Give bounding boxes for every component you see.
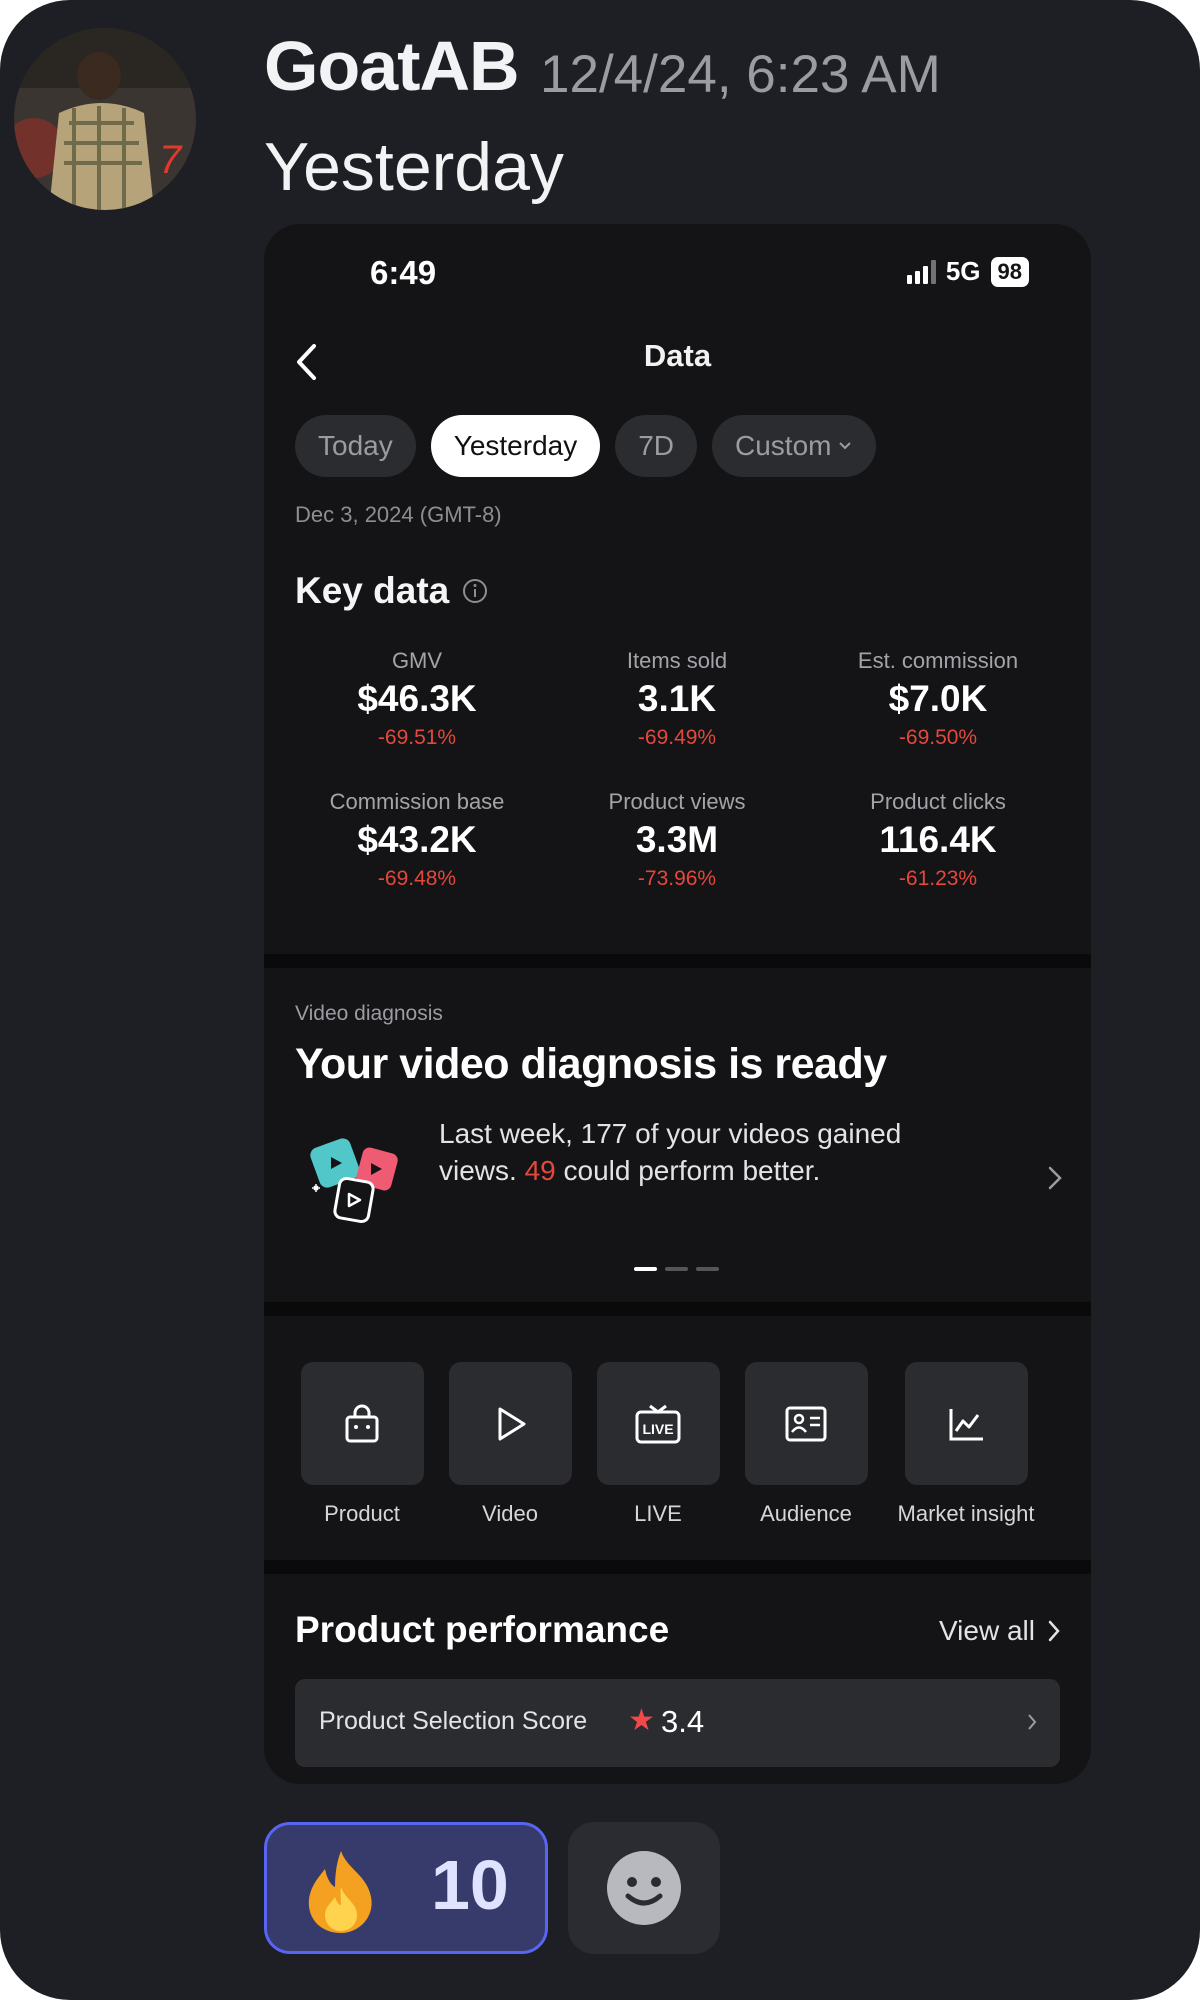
section-divider — [264, 1560, 1091, 1574]
metric-change: -69.49% — [637, 726, 717, 749]
metric-label: Product views — [608, 789, 746, 814]
user-avatar[interactable]: 7 — [14, 28, 196, 210]
view-all-label: View all — [939, 1615, 1035, 1646]
metric-change: -73.96% — [637, 867, 717, 890]
shortcut-label: LIVE — [634, 1501, 682, 1526]
metric-change: -69.51% — [377, 726, 457, 749]
chevron-down-icon — [839, 442, 852, 450]
svg-text:7: 7 — [159, 138, 183, 182]
metric-est-commission[interactable]: Est. commission $7.0K -69.50% — [808, 648, 1068, 750]
reaction-count: 10 — [431, 1846, 509, 1924]
metric-items-sold[interactable]: Items sold 3.1K -69.49% — [547, 648, 807, 750]
smiley-face-icon — [607, 1851, 681, 1925]
star-icon: ★ — [628, 1704, 655, 1737]
metric-change: -61.23% — [898, 867, 978, 890]
shortcut-label: Video — [482, 1501, 538, 1526]
section-divider — [264, 954, 1091, 968]
attached-screenshot[interactable]: 6:49 5G 98 Data Today Yesterday 7D Custo… — [264, 224, 1091, 1784]
view-all-link[interactable]: View all — [939, 1615, 1061, 1647]
shortcut-audience[interactable]: Audience — [731, 1362, 881, 1527]
key-data-title: Key data — [295, 570, 450, 611]
chat-message-frame: 7 GoatAB 12/4/24, 6:23 AM Yesterday 6:49… — [0, 0, 1200, 2000]
video-diagnosis-body: Last week, 177 of your videos gained vie… — [439, 1115, 939, 1189]
carousel-dot[interactable] — [696, 1267, 719, 1271]
shortcut-label: Product — [324, 1501, 400, 1526]
tab-label: Today — [318, 430, 393, 461]
metric-value: 116.4K — [879, 819, 997, 860]
signal-strength-icon — [906, 259, 936, 284]
metric-product-clicks[interactable]: Product clicks 116.4K -61.23% — [808, 789, 1068, 891]
network-type: 5G — [945, 256, 981, 286]
metric-gmv[interactable]: GMV $46.3K -69.51% — [287, 648, 547, 750]
shortcut-product[interactable]: Product — [287, 1362, 437, 1527]
tab-yesterday[interactable]: Yesterday — [430, 415, 601, 477]
status-bar-indicators: 5G 98 — [906, 256, 1029, 287]
video-diagnosis-kicker: Video diagnosis — [295, 1002, 443, 1025]
metric-value: 3.3M — [635, 819, 719, 860]
shortcut-label: Market insight — [897, 1501, 1035, 1526]
body-text: could perform better. — [563, 1155, 821, 1186]
tab-today[interactable]: Today — [295, 415, 416, 477]
shortcut-video[interactable]: Video — [435, 1362, 585, 1527]
info-icon[interactable] — [461, 577, 489, 605]
tab-label: Yesterday — [453, 430, 578, 461]
section-divider — [264, 1302, 1091, 1316]
line-chart-icon — [949, 1408, 983, 1440]
message-author[interactable]: GoatAB — [264, 26, 520, 106]
tab-7d[interactable]: 7D — [615, 415, 698, 477]
video-diagnosis-illustration-icon — [304, 1124, 414, 1239]
carousel-dots — [634, 1267, 719, 1271]
metric-value: $7.0K — [888, 678, 988, 719]
fire-icon — [308, 1851, 372, 1933]
video-diagnosis-title: Your video diagnosis is ready — [295, 1040, 887, 1088]
metric-value: $43.2K — [357, 819, 477, 860]
fire-reaction-button[interactable]: 10 — [264, 1822, 548, 1954]
contact-card-icon — [785, 1406, 827, 1441]
metric-label: Est. commission — [857, 648, 1019, 673]
metric-label: Items sold — [626, 648, 728, 673]
product-selection-score-row[interactable]: Product Selection Score ★ 3.4 — [295, 1679, 1060, 1767]
page-title: Data — [643, 338, 712, 373]
metric-value: $46.3K — [357, 678, 477, 719]
battery-level: 98 — [990, 256, 1029, 287]
svg-text:LIVE: LIVE — [642, 1421, 673, 1437]
shortcut-live[interactable]: LIVE LIVE — [583, 1362, 733, 1527]
score-label: Product Selection Score — [319, 1707, 588, 1735]
message-text: Yesterday — [264, 129, 564, 205]
live-tv-icon: LIVE — [635, 1404, 681, 1443]
tab-label: 7D — [638, 430, 675, 461]
carousel-dot[interactable] — [634, 1267, 657, 1271]
product-performance-title: Product performance — [295, 1609, 670, 1650]
chevron-right-icon[interactable] — [1047, 1164, 1063, 1197]
score-value: 3.4 — [661, 1704, 705, 1739]
metric-label: Product clicks — [870, 789, 1006, 814]
date-range-label: Dec 3, 2024 (GMT-8) — [295, 502, 502, 527]
highlight-count: 49 — [524, 1155, 556, 1186]
avatar-photo-icon: 7 — [14, 28, 196, 210]
play-icon — [498, 1407, 526, 1440]
shortcut-label: Audience — [760, 1501, 852, 1526]
metric-value: 3.1K — [637, 678, 717, 719]
chevron-right-icon — [1028, 1714, 1037, 1730]
metric-label: GMV — [391, 648, 443, 673]
chevron-right-icon — [1048, 1620, 1060, 1642]
date-range-tabs: Today Yesterday 7D Custom — [295, 415, 877, 477]
metric-change: -69.48% — [377, 867, 457, 890]
metric-product-views[interactable]: Product views 3.3M -73.96% — [547, 789, 807, 891]
message-timestamp: 12/4/24, 6:23 AM — [540, 45, 941, 104]
metric-label: Commission base — [329, 789, 505, 814]
metric-change: -69.50% — [898, 726, 978, 749]
shortcut-market-insight[interactable]: Market insight — [891, 1362, 1041, 1527]
tab-label: Custom — [735, 430, 832, 461]
key-data-heading: Key data — [295, 570, 489, 612]
carousel-dot[interactable] — [665, 1267, 688, 1271]
tab-custom[interactable]: Custom — [712, 415, 877, 477]
shopping-bag-icon — [345, 1404, 379, 1442]
status-bar-time: 6:49 — [370, 254, 437, 291]
add-reaction-button[interactable] — [568, 1822, 720, 1954]
metric-commission-base[interactable]: Commission base $43.2K -69.48% — [287, 789, 547, 891]
